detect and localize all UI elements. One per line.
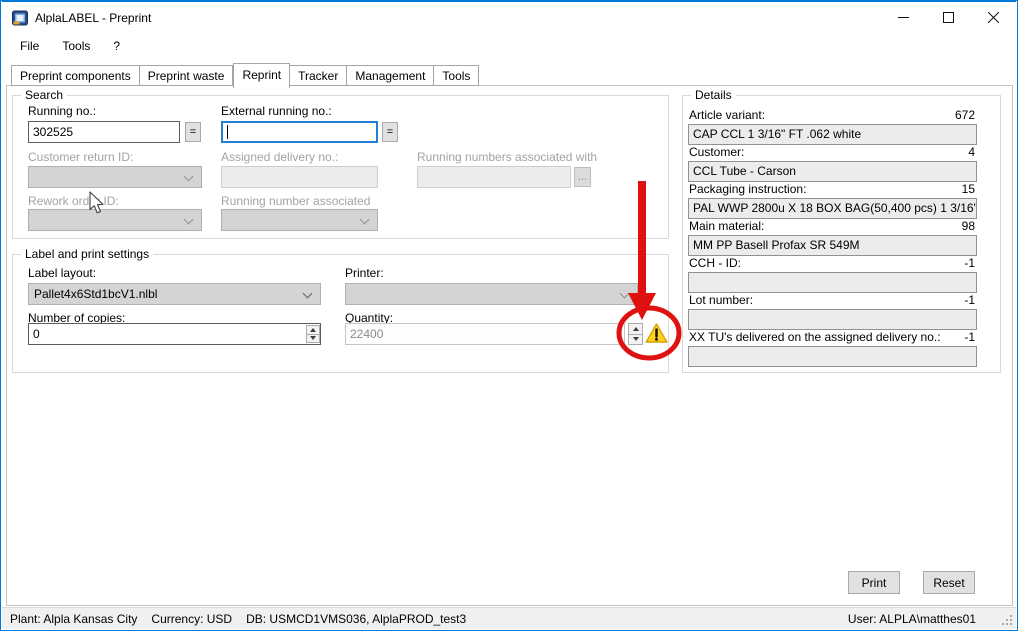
detail-label: Article variant: — [689, 108, 765, 122]
detail-label: XX TU's delivered on the assigned delive… — [689, 330, 941, 344]
text-caret — [227, 125, 228, 139]
running-number-associated-label: Running number associated — [221, 194, 370, 208]
detail-id: 672 — [955, 108, 975, 122]
status-currency: Currency: USD — [151, 612, 232, 626]
search-group-title: Search — [21, 88, 67, 102]
detail-id: 98 — [962, 219, 975, 233]
external-running-no-equals-button[interactable]: = — [382, 122, 398, 142]
detail-id: 4 — [968, 145, 975, 159]
spin-up-icon[interactable] — [628, 323, 643, 335]
detail-id: -1 — [964, 293, 975, 307]
running-number-associated-combobox — [221, 209, 378, 231]
running-no-label: Running no.: — [28, 104, 96, 118]
spin-down-icon[interactable] — [306, 335, 320, 344]
detail-label: Main material: — [689, 219, 764, 233]
maximize-button[interactable] — [926, 2, 971, 33]
chevron-down-icon — [620, 289, 630, 299]
details-groupbox: Details Article variant: 672 CAP CCL 1 3… — [682, 95, 1001, 373]
detail-id: -1 — [964, 330, 975, 344]
running-numbers-associated-with-label: Running numbers associated with — [417, 150, 597, 164]
tab-preprint-components[interactable]: Preprint components — [11, 65, 140, 86]
detail-value: PAL WWP 2800u X 18 BOX BAG(50,400 pcs) 1… — [688, 198, 977, 219]
detail-value: MM PP Basell Profax SR 549M — [688, 235, 977, 256]
label-layout-value: Pallet4x6Std1bcV1.nlbl — [34, 287, 157, 301]
close-button[interactable] — [971, 2, 1016, 33]
print-button[interactable]: Print — [848, 571, 900, 594]
printer-label: Printer: — [345, 266, 384, 280]
tab-strip: Preprint components Preprint waste Repri… — [11, 64, 479, 86]
external-running-no-input[interactable] — [221, 121, 378, 143]
title-bar: AlplaLABEL - Preprint — [2, 1, 1016, 32]
detail-value: CCL Tube - Carson — [688, 161, 977, 182]
external-running-no-label: External running no.: — [221, 104, 332, 118]
status-plant: Plant: Alpla Kansas City — [10, 612, 137, 626]
tab-management[interactable]: Management — [347, 65, 434, 86]
detail-id: 15 — [962, 182, 975, 196]
chevron-down-icon — [303, 289, 313, 299]
customer-return-id-label: Customer return ID: — [28, 150, 133, 164]
customer-return-id-combobox — [28, 166, 202, 188]
detail-value — [688, 272, 977, 293]
chevron-down-icon — [184, 172, 194, 182]
menu-file[interactable]: File — [17, 37, 42, 55]
rework-order-id-combobox — [28, 209, 202, 231]
app-icon — [12, 10, 28, 26]
status-db: DB: USMCD1VMS036, AlplaPROD_test3 — [246, 612, 466, 626]
running-no-equals-button[interactable]: = — [185, 122, 201, 142]
detail-value — [688, 309, 977, 330]
rework-order-id-label: Rework order ID: — [28, 194, 119, 208]
chevron-down-icon — [184, 215, 194, 225]
number-of-copies-input[interactable] — [28, 323, 321, 345]
detail-value: CAP CCL 1 3/16" FT .062 white — [688, 124, 977, 145]
detail-id: -1 — [964, 256, 975, 270]
tab-preprint-waste[interactable]: Preprint waste — [140, 65, 234, 86]
quantity-input — [345, 323, 625, 345]
label-layout-combobox[interactable]: Pallet4x6Std1bcV1.nlbl — [28, 283, 321, 305]
menu-bar: File Tools ? — [2, 33, 1016, 58]
window-title: AlplaLABEL - Preprint — [35, 11, 151, 25]
tab-reprint[interactable]: Reprint — [233, 63, 290, 88]
details-group-title: Details — [691, 88, 736, 102]
running-numbers-associated-with-input — [417, 166, 571, 188]
detail-label: Lot number: — [689, 293, 753, 307]
assigned-delivery-no-input — [221, 166, 378, 188]
warning-triangle-icon — [645, 322, 668, 344]
label-print-settings-group-title: Label and print settings — [21, 247, 153, 261]
app-window: AlplaLABEL - Preprint File Tools ? Prepr… — [0, 0, 1018, 631]
running-numbers-browse-button: ... — [574, 167, 591, 187]
printer-combobox — [345, 283, 638, 305]
spin-up-icon[interactable] — [306, 325, 320, 335]
reset-button[interactable]: Reset — [923, 571, 975, 594]
detail-label: CCH - ID: — [689, 256, 741, 270]
menu-tools[interactable]: Tools — [59, 37, 93, 55]
status-user: User: ALPLA\matthes01 — [848, 612, 976, 626]
detail-label: Customer: — [689, 145, 744, 159]
assigned-delivery-no-label: Assigned delivery no.: — [221, 150, 338, 164]
tab-tracker[interactable]: Tracker — [290, 65, 347, 86]
resize-grip[interactable] — [1001, 614, 1013, 626]
number-of-copies-spinner[interactable] — [306, 325, 320, 343]
tab-tools[interactable]: Tools — [434, 65, 479, 86]
quantity-spinner[interactable] — [628, 323, 643, 345]
menu-help[interactable]: ? — [110, 37, 123, 55]
label-layout-label: Label layout: — [28, 266, 96, 280]
chevron-down-icon — [360, 215, 370, 225]
status-bar: Plant: Alpla Kansas City Currency: USD D… — [2, 607, 1016, 629]
detail-label: Packaging instruction: — [689, 182, 806, 196]
spin-down-icon[interactable] — [628, 335, 643, 346]
minimize-button[interactable] — [881, 2, 926, 33]
running-no-input[interactable] — [28, 121, 180, 143]
detail-value — [688, 346, 977, 367]
